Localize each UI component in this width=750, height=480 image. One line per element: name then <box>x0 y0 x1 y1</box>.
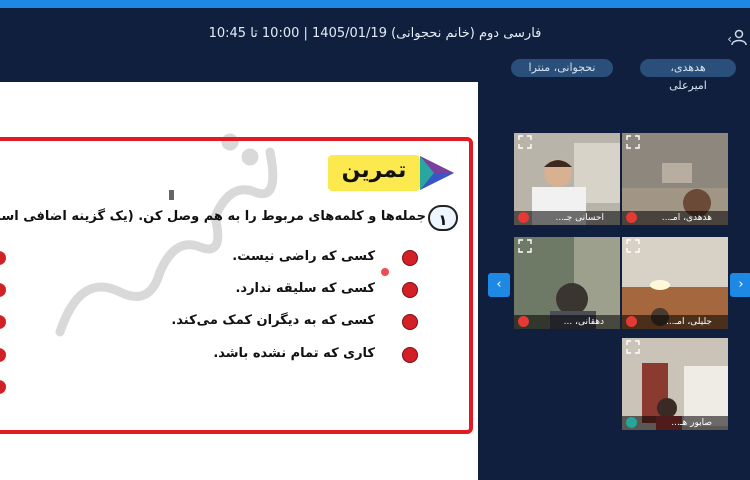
expand-icon[interactable] <box>626 135 640 149</box>
mic-muted-icon[interactable] <box>518 316 529 327</box>
participant-name: هدهدی، امـ... <box>622 211 728 225</box>
match-dot[interactable] <box>402 347 418 363</box>
match-item: کسی که به دیگران کمک می‌کند. <box>171 311 420 333</box>
shared-slide: تمرین ۱ جمله‌ها و کلمه‌های مربوط را به ه… <box>0 82 478 480</box>
user-icon[interactable] <box>730 28 748 46</box>
participant-tile[interactable]: احسانی جـ... <box>514 133 620 225</box>
next-page-button[interactable]: › <box>730 273 750 297</box>
play-triangle-icon <box>420 156 454 190</box>
top-accent-bar <box>0 0 750 8</box>
instruction-text: جمله‌ها و کلمه‌های مربوط را به هم وصل کن… <box>0 209 426 224</box>
participant-name: جلیلی، امـ... <box>622 315 728 329</box>
expand-icon[interactable] <box>518 135 532 149</box>
session-header: فارسی دوم (خانم نحجوانی) 1405/01/19 | 10… <box>0 8 750 92</box>
exercise-title: تمرین <box>341 158 407 183</box>
question-number: ۱ <box>428 205 458 231</box>
mic-icon[interactable] <box>626 417 637 428</box>
mic-muted-icon[interactable] <box>626 212 637 223</box>
prev-page-button[interactable]: ‹ <box>488 273 510 297</box>
participant-name: صابور هـ... <box>622 416 728 430</box>
match-item-text: کاری که تمام نشده باشد. <box>213 346 375 361</box>
participant-tile[interactable]: صابور هـ... <box>622 338 728 430</box>
mic-muted-icon[interactable] <box>626 316 637 327</box>
match-dot[interactable] <box>402 250 418 266</box>
participant-name: دهقانی، ... <box>514 315 620 329</box>
match-item: کسی که سلیقه ندارد. <box>180 279 420 301</box>
pointer-dot <box>381 268 389 276</box>
match-item: کاری که تمام نشده باشد. <box>180 344 420 366</box>
expand-icon[interactable] <box>626 239 640 253</box>
participant-tile[interactable]: دهقانی، ... <box>514 237 620 329</box>
expand-icon[interactable] <box>626 340 640 354</box>
match-item-text: کسی که راضی نیست. <box>232 249 375 264</box>
class-title: فارسی دوم (خانم نحجوانی) 1405/01/19 | 10… <box>208 26 542 41</box>
match-item-text: کسی که سلیقه ندارد. <box>235 281 375 296</box>
participant-chip[interactable]: نحجوانی، منترا <box>511 59 613 77</box>
participant-tile[interactable]: هدهدی، امـ... <box>622 133 728 225</box>
participant-tile[interactable]: جلیلی، امـ... <box>622 237 728 329</box>
expand-icon[interactable] <box>518 239 532 253</box>
match-dot[interactable] <box>402 282 418 298</box>
match-dot[interactable] <box>402 314 418 330</box>
mic-muted-icon[interactable] <box>518 212 529 223</box>
match-item: کسی که راضی نیست. <box>180 247 420 269</box>
participant-name: احسانی جـ... <box>514 211 620 225</box>
participant-chip[interactable]: هدهدی، امیرعلی <box>640 59 736 92</box>
match-item-text: کسی که به دیگران کمک می‌کند. <box>171 313 375 328</box>
